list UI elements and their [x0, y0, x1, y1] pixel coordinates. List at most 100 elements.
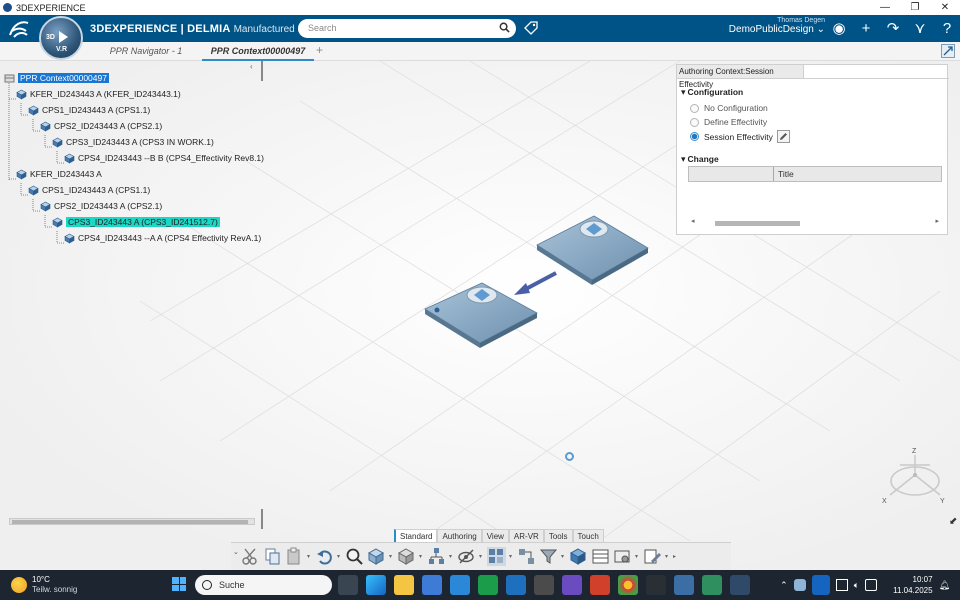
title-column-header[interactable]: Title [778, 169, 794, 179]
view-cube-icon[interactable] [367, 547, 386, 566]
scroll-right-icon[interactable]: ▸ [935, 217, 939, 225]
terminal-icon[interactable] [646, 575, 666, 595]
close-button[interactable]: ✕ [930, 0, 960, 15]
defender-icon[interactable] [450, 575, 470, 595]
radio-circle[interactable] [690, 103, 699, 113]
edit-dropdown-icon[interactable]: ▾ [665, 553, 670, 560]
tab-tools[interactable]: Tools [543, 529, 573, 542]
clock[interactable]: 10:07 11.04.2025 [893, 574, 932, 596]
settings-dropdown-icon[interactable]: ▾ [635, 553, 640, 560]
no-configuration-radio[interactable]: No Configuration [690, 103, 768, 113]
tab-authoring[interactable]: Authoring [437, 529, 482, 542]
tree-node[interactable]: CPS4_ID243443 --B B (CPS4_Effectivity Re… [64, 151, 264, 165]
microphone-icon[interactable] [811, 575, 830, 595]
powerpoint-icon[interactable] [590, 575, 610, 595]
tree-node[interactable]: CPS2_ID243443 A (CPS2.1) [40, 199, 162, 213]
share-icon[interactable]: ↷ [884, 20, 902, 37]
display-icon[interactable] [835, 579, 848, 591]
change-heading[interactable]: Change [681, 154, 719, 165]
chevron-down-icon[interactable]: ⌄ [233, 548, 239, 556]
add-icon[interactable]: + [857, 20, 875, 37]
tab-ppr-context[interactable]: PPR Context00000497 [202, 42, 314, 61]
add-tab-button[interactable]: + [316, 43, 323, 57]
zoom-fit-icon[interactable] [345, 547, 364, 566]
cube-icon[interactable] [569, 547, 588, 566]
structure-icon[interactable] [517, 547, 536, 566]
minimize-button[interactable]: — [870, 0, 900, 15]
tab-view[interactable]: View [481, 529, 509, 542]
file-explorer-icon[interactable] [394, 575, 414, 595]
teams-icon[interactable] [562, 575, 582, 595]
weather-widget[interactable]: 10°C Teilw. sonnig [11, 575, 77, 595]
render-dropdown-icon[interactable]: ▾ [419, 553, 424, 560]
selection-dropdown-icon[interactable]: ▾ [509, 553, 514, 560]
collab-space-selector[interactable]: DemoPublicDesign ⌄ [727, 24, 825, 35]
restore-button[interactable]: ❐ [900, 0, 930, 15]
windows-start-icon[interactable] [172, 577, 186, 591]
tab-touch[interactable]: Touch [572, 529, 604, 542]
edit-properties-icon[interactable] [643, 547, 662, 566]
tree-node[interactable]: CPS3_ID243443 A (CPS3_ID241512.7) [52, 215, 220, 229]
tree-node[interactable]: PPR Context00000497 [4, 71, 109, 85]
undo-icon[interactable] [315, 547, 334, 566]
search-input[interactable]: Search [298, 19, 516, 38]
hide-show-dropdown-icon[interactable]: ▾ [479, 553, 484, 560]
scrollbar-thumb[interactable] [12, 520, 248, 524]
expand-view-button[interactable] [941, 44, 955, 58]
notepad-icon[interactable] [702, 575, 722, 595]
3d-viewport[interactable]: PPR Context00000497 KFER_ID243443 A (KFER… [0, 61, 960, 570]
tab-standard[interactable]: Standard [394, 529, 438, 542]
tree-node[interactable]: CPS2_ID243443 A (CPS2.1) [40, 119, 162, 133]
cut-icon[interactable] [241, 547, 260, 566]
chrome-icon[interactable] [618, 575, 638, 595]
configuration-heading[interactable]: Configuration [681, 87, 744, 98]
volume-icon[interactable]: 🔈︎ [854, 580, 859, 591]
scrollbar-thumb[interactable] [715, 221, 800, 226]
battery-icon[interactable] [865, 579, 878, 591]
app-c-icon[interactable] [478, 575, 498, 595]
paste-icon[interactable] [285, 547, 304, 566]
tree-node[interactable]: CPS4_ID243443 --A A (CPS4 Effectivity Re… [64, 231, 261, 245]
windows-search-input[interactable]: Suche [195, 575, 332, 595]
tree-expand-icon[interactable] [427, 547, 446, 566]
copy-icon[interactable] [263, 547, 282, 566]
view-dropdown-icon[interactable]: ▾ [389, 553, 394, 560]
dassault-logo-icon[interactable] [8, 19, 30, 39]
session-effectivity-radio[interactable]: Session Effectivity [690, 130, 790, 143]
tree-splitter-bottom[interactable] [261, 509, 263, 529]
notification-bell-icon[interactable]: 🔔︎ [939, 580, 950, 591]
app-circle-icon[interactable] [534, 575, 554, 595]
tree-horizontal-scrollbar[interactable] [9, 518, 255, 525]
effectivity-panel-tab[interactable]: Authoring Context:Session Effectivity [677, 65, 804, 89]
hide-show-icon[interactable] [457, 547, 476, 566]
tree-node[interactable]: KFER_ID243443 A [16, 167, 102, 181]
table-icon[interactable] [591, 547, 610, 566]
tree-splitter[interactable] [261, 61, 263, 81]
apps-icon[interactable]: ⋎ [911, 20, 929, 37]
change-column-header[interactable] [689, 167, 774, 181]
search-icon[interactable] [499, 22, 510, 33]
edit-effectivity-button[interactable] [776, 130, 790, 143]
compass-button[interactable]: 3D V.R [39, 16, 83, 60]
tree-node[interactable]: CPS1_ID243443 A (CPS1.1) [28, 103, 150, 117]
tree-node[interactable]: KFER_ID243443 A (KFER_ID243443.1) [16, 87, 181, 101]
change-table-scrollbar[interactable]: ◂ ▸ [691, 217, 939, 227]
paste-dropdown-icon[interactable]: ▾ [307, 553, 312, 560]
tab-ar-vr[interactable]: AR-VR [508, 529, 544, 542]
tree-node[interactable]: CPS1_ID243443 A (CPS1.1) [28, 183, 150, 197]
tag-icon[interactable] [524, 21, 538, 35]
help-icon[interactable]: ? [938, 20, 956, 37]
tree-dropdown-icon[interactable]: ▾ [449, 553, 454, 560]
store-icon[interactable] [422, 575, 442, 595]
3dx-app-icon[interactable] [674, 575, 694, 595]
render-style-icon[interactable] [397, 547, 416, 566]
settings-icon[interactable] [613, 547, 632, 566]
outlook-icon[interactable] [506, 575, 526, 595]
radio-circle[interactable] [690, 132, 699, 141]
tree-node[interactable]: CPS3_ID243443 A (CPS3 IN WORK.1) [52, 135, 214, 149]
define-effectivity-radio[interactable]: Define Effectivity [690, 117, 767, 127]
tray-overflow-icon[interactable]: ⌃ [780, 580, 788, 591]
cloud-icon[interactable] [793, 579, 806, 591]
user-profile-icon[interactable]: ◉ [830, 20, 848, 37]
selection-icon[interactable] [487, 547, 506, 566]
